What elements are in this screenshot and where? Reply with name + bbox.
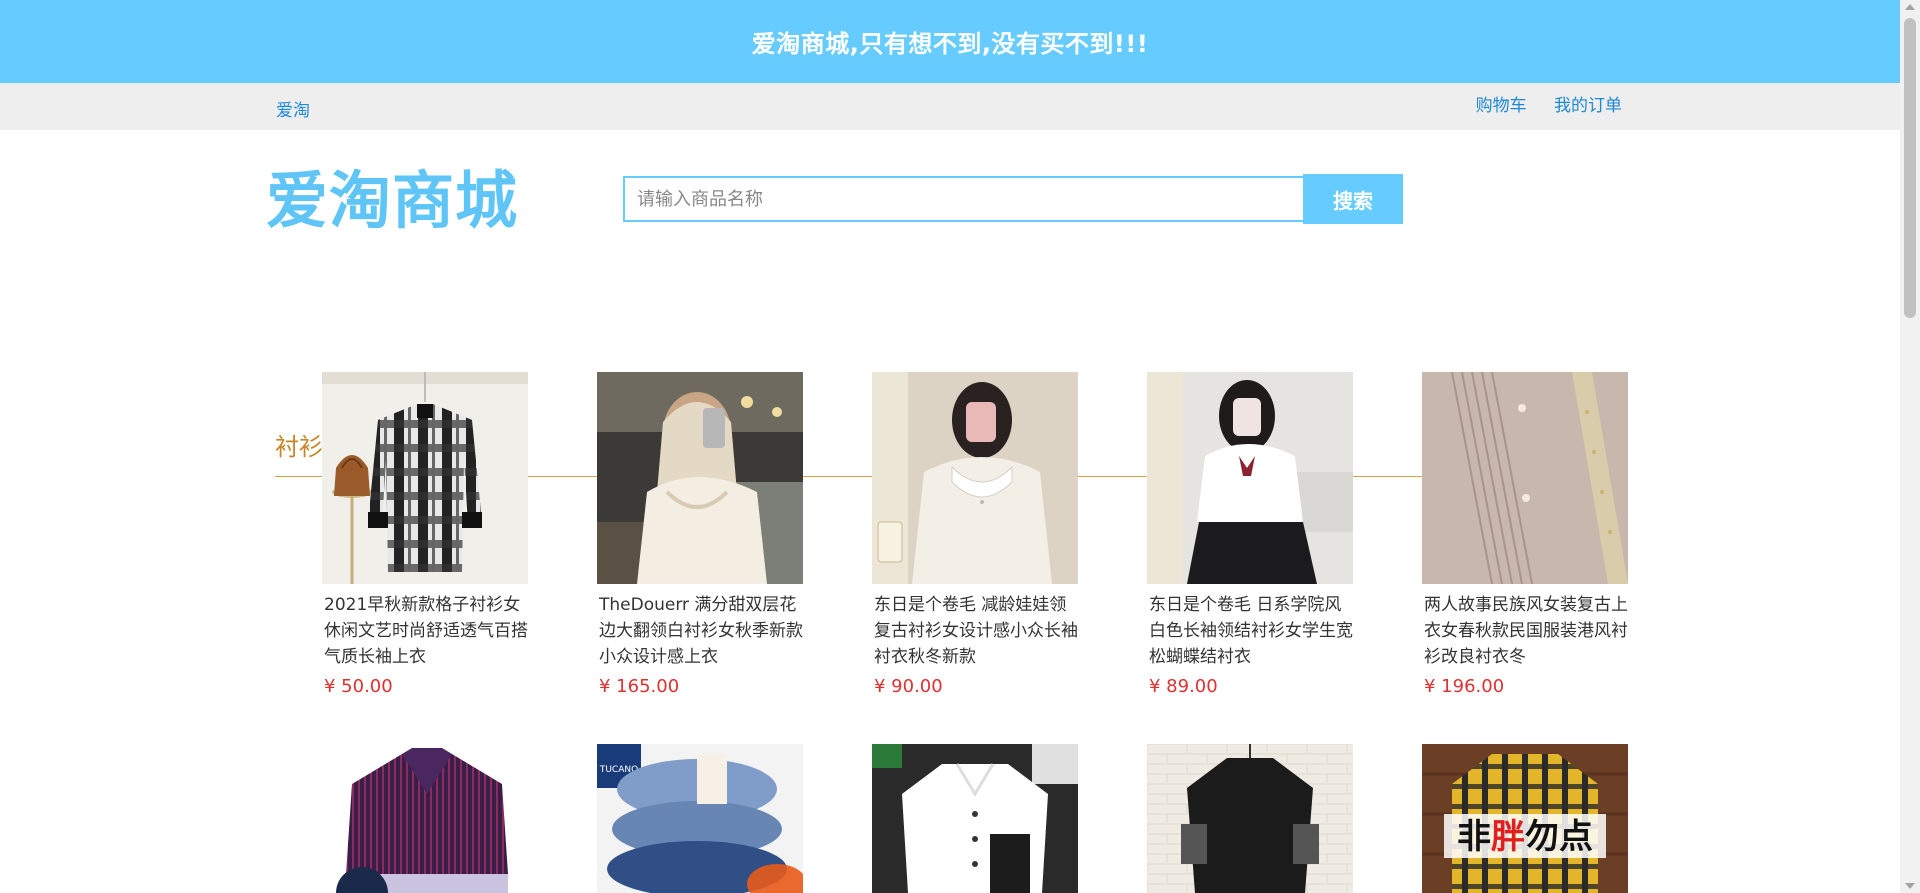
slogan-part-b: 胖	[1491, 817, 1525, 857]
top-banner: 爱淘商城,只有想不到,没有买不到!!!	[0, 0, 1900, 83]
search-button[interactable]: 搜索	[1303, 174, 1403, 224]
nav-brand-link[interactable]: 爱淘	[276, 96, 310, 121]
product-image[interactable]	[322, 372, 528, 584]
product-image[interactable]	[322, 744, 528, 893]
search-bar: 搜索	[623, 174, 1403, 224]
top-nav: 爱淘 购物车 我的订单	[0, 83, 1900, 130]
product-card[interactable]: 2021早秋新款格子衬衫女休闲文艺时尚舒适透气百搭气质长袖上衣 ¥ 50.00	[322, 372, 528, 697]
product-card[interactable]	[1147, 744, 1353, 893]
scroll-up-arrow-icon[interactable]	[1905, 4, 1915, 10]
product-image[interactable]: 非胖勿点	[1422, 744, 1628, 893]
product-card[interactable]: TUCANO	[597, 744, 803, 893]
product-title[interactable]: 东日是个卷毛 日系学院风白色长袖领结衬衫女学生宽松蝴蝶结衬衣	[1149, 592, 1353, 670]
product-price: ¥ 50.00	[324, 676, 393, 697]
search-input[interactable]	[623, 176, 1303, 222]
product-card[interactable]: 非胖勿点	[1422, 744, 1628, 893]
scrollbar-thumb[interactable]	[1904, 18, 1916, 318]
product-image[interactable]	[1422, 372, 1628, 584]
site-logo[interactable]: 爱淘商城	[266, 164, 518, 238]
school-bow-shirt-image	[1147, 372, 1353, 584]
product-card[interactable]: 东日是个卷毛 减龄娃娃领复古衬衫女设计感小众长袖衬衣秋冬新款 ¥ 90.00	[872, 372, 1078, 697]
slogan-part-a: 非	[1457, 817, 1491, 857]
product-price: ¥ 165.00	[599, 676, 680, 697]
ethnic-blouse-image	[1422, 372, 1628, 584]
nav-cart-link[interactable]: 购物车	[1476, 83, 1527, 130]
product-card[interactable]	[322, 744, 528, 893]
plaid-shirt-image	[322, 372, 528, 584]
product-price: ¥ 90.00	[874, 676, 943, 697]
vertical-scrollbar[interactable]	[1900, 0, 1920, 893]
product-price: ¥ 196.00	[1424, 676, 1505, 697]
yellow-plaid-shirt-image: 非胖勿点	[1422, 744, 1628, 893]
product-title[interactable]: 2021早秋新款格子衬衫女休闲文艺时尚舒适透气百搭气质长袖上衣	[324, 592, 528, 670]
product-image[interactable]	[1147, 744, 1353, 893]
product-card[interactable]: TheDouerr 满分甜双层花边大翻领白衬衫女秋季新款小众设计感上衣 ¥ 16…	[597, 372, 803, 697]
nav-right: 购物车 我的订单	[1454, 83, 1622, 130]
white-polo-shirt-image	[872, 744, 1078, 893]
product-title[interactable]: 东日是个卷毛 减龄娃娃领复古衬衫女设计感小众长袖衬衣秋冬新款	[874, 592, 1078, 670]
product-card[interactable]: 两人故事民族风女装复古上衣女春秋款民国服装港风衬衫改良衬衣冬 ¥ 196.00	[1422, 372, 1628, 697]
black-shirt-image	[1147, 744, 1353, 893]
category-title: 衬衫	[275, 433, 323, 461]
header: 爱淘商城 搜索	[0, 130, 1900, 275]
scroll-down-arrow-icon[interactable]	[1905, 883, 1915, 889]
product-card[interactable]	[872, 744, 1078, 893]
purple-striped-shirt-image	[322, 744, 528, 893]
slogan-part-c: 勿点	[1525, 817, 1593, 857]
product-image[interactable]: TUCANO	[597, 744, 803, 893]
product-image[interactable]	[1147, 372, 1353, 584]
doll-collar-shirt-image	[872, 372, 1078, 584]
white-ruffle-blouse-image	[597, 372, 803, 584]
slogan-text: 非胖勿点	[1457, 817, 1593, 857]
product-image[interactable]	[597, 372, 803, 584]
product-card[interactable]: 东日是个卷毛 日系学院风白色长袖领结衬衫女学生宽松蝴蝶结衬衣 ¥ 89.00	[1147, 372, 1353, 697]
product-title[interactable]: 两人故事民族风女装复古上衣女春秋款民国服装港风衬衫改良衬衣冬	[1424, 592, 1628, 670]
product-image[interactable]	[872, 744, 1078, 893]
nav-orders-link[interactable]: 我的订单	[1554, 83, 1622, 130]
blue-sweater-shirt-image: TUCANO	[597, 744, 803, 893]
banner-text: 爱淘商城,只有想不到,没有买不到!!!	[751, 30, 1149, 58]
product-price: ¥ 89.00	[1149, 676, 1218, 697]
product-image[interactable]	[872, 372, 1078, 584]
product-title[interactable]: TheDouerr 满分甜双层花边大翻领白衬衫女秋季新款小众设计感上衣	[599, 592, 803, 670]
